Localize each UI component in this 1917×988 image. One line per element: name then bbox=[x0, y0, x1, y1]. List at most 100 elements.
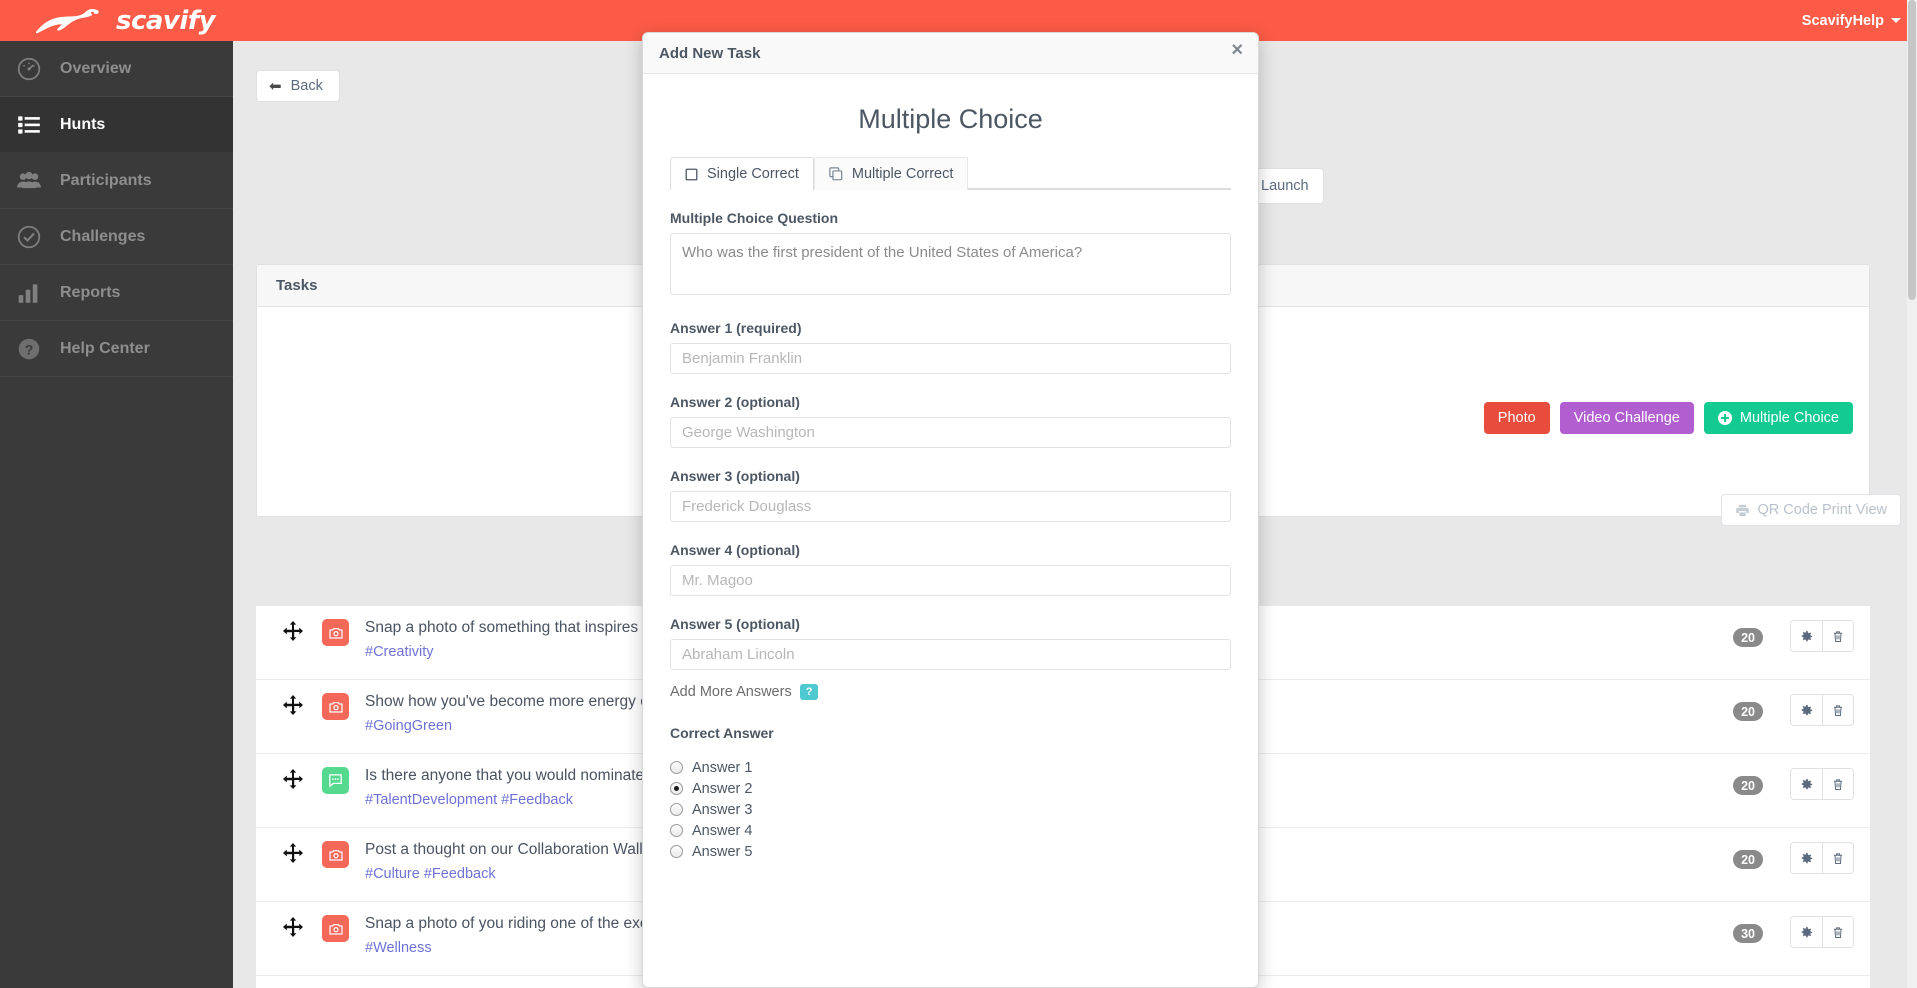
add-photo-button[interactable]: Photo bbox=[1483, 402, 1550, 434]
correct-answer-option-3[interactable]: Answer 3 bbox=[670, 799, 1231, 820]
radio-icon[interactable] bbox=[670, 761, 683, 775]
gauge-icon bbox=[17, 57, 41, 80]
sidebar-item-label: Overview bbox=[60, 59, 132, 77]
gear-icon bbox=[1801, 704, 1813, 715]
settings-button[interactable] bbox=[1791, 843, 1822, 873]
drag-handle[interactable] bbox=[281, 916, 305, 940]
points-badge: 20 bbox=[1733, 776, 1763, 795]
page-scrollbar-thumb[interactable] bbox=[1908, 0, 1916, 300]
settings-button[interactable] bbox=[1791, 695, 1822, 725]
qr-code-print-view-button[interactable]: QR Code Print View bbox=[1720, 494, 1901, 526]
question-label: Multiple Choice Question bbox=[670, 210, 839, 226]
page-title: Tasks bbox=[276, 277, 318, 294]
points-badge: 20 bbox=[1733, 850, 1763, 869]
correct-answer-option-2[interactable]: Answer 2 bbox=[670, 778, 1231, 799]
settings-button[interactable] bbox=[1791, 917, 1822, 947]
delete-button[interactable] bbox=[1822, 769, 1853, 799]
brand-logo[interactable]: scavify bbox=[30, 0, 216, 41]
add-multiple-choice-label: Multiple Choice bbox=[1739, 410, 1839, 426]
sidebar-item-challenges[interactable]: Challenges bbox=[0, 209, 233, 265]
row-actions bbox=[1790, 916, 1854, 948]
radio-icon[interactable] bbox=[670, 803, 683, 817]
trash-icon bbox=[1833, 926, 1843, 938]
drag-handle-icon[interactable] bbox=[281, 768, 305, 792]
answer-1-input[interactable] bbox=[670, 343, 1231, 374]
answers-container: Answer 1 (required) Answer 2 (optional) An… bbox=[670, 320, 1231, 670]
delete-button[interactable] bbox=[1822, 621, 1853, 651]
drag-handle-icon[interactable] bbox=[281, 694, 305, 718]
close-icon[interactable]: × bbox=[1231, 40, 1243, 60]
bar-chart-icon bbox=[18, 283, 38, 303]
drag-handle[interactable] bbox=[281, 620, 305, 644]
add-video-challenge-label: Video Challenge bbox=[1573, 410, 1680, 426]
row-actions bbox=[1790, 620, 1854, 652]
tabs-filler bbox=[968, 157, 1231, 189]
correct-answer-option-1[interactable]: Answer 1 bbox=[670, 757, 1231, 778]
add-video-challenge-button[interactable]: Video Challenge bbox=[1559, 402, 1694, 434]
answer-5-label: Answer 5 (optional) bbox=[670, 616, 800, 632]
launch-button-label: Launch bbox=[1261, 178, 1309, 194]
trash-icon bbox=[1833, 630, 1843, 642]
drag-handle-icon[interactable] bbox=[281, 620, 305, 644]
svg-text:?: ? bbox=[25, 341, 34, 357]
delete-button[interactable] bbox=[1822, 917, 1853, 947]
delete-button[interactable] bbox=[1822, 843, 1853, 873]
sidebar-item-participants[interactable]: Participants bbox=[0, 153, 233, 209]
task-type-icon bbox=[322, 619, 349, 646]
trash-icon bbox=[1833, 778, 1843, 790]
page-scrollbar[interactable] bbox=[1907, 0, 1917, 988]
task-type-icon bbox=[322, 693, 349, 720]
delete-button[interactable] bbox=[1822, 695, 1853, 725]
back-button[interactable]: ⬅ Back bbox=[256, 70, 340, 102]
answer-2-label: Answer 2 (optional) bbox=[670, 394, 800, 410]
settings-button[interactable] bbox=[1791, 769, 1822, 799]
sidebar-item-hunts[interactable]: Hunts bbox=[0, 97, 233, 153]
drag-handle-icon[interactable] bbox=[281, 916, 305, 940]
task-type-icon bbox=[322, 767, 349, 794]
correct-answer-option-5[interactable]: Answer 5 bbox=[670, 841, 1231, 862]
question-input[interactable]: Who was the first president of the Unite… bbox=[670, 233, 1231, 295]
radio-icon[interactable] bbox=[670, 824, 683, 838]
correct-answer-option-4[interactable]: Answer 4 bbox=[670, 820, 1231, 841]
sidebar-item-label: Help Center bbox=[60, 339, 150, 357]
drag-handle[interactable] bbox=[281, 694, 305, 718]
tab-multiple-correct[interactable]: Multiple Correct bbox=[813, 157, 969, 190]
sidebar-item-label: Reports bbox=[60, 283, 121, 301]
sidebar-item-label: Hunts bbox=[60, 115, 106, 133]
chat-icon bbox=[329, 774, 342, 788]
gear-icon bbox=[1801, 630, 1813, 641]
add-multiple-choice-button[interactable]: Multiple Choice bbox=[1703, 402, 1853, 434]
row-actions bbox=[1790, 842, 1854, 874]
modal-title: Add New Task bbox=[659, 44, 761, 62]
copy-layers-icon bbox=[829, 167, 843, 181]
people-icon bbox=[17, 171, 41, 188]
modal-header: Add New Task × bbox=[643, 33, 1258, 74]
tab-single-correct[interactable]: Single Correct bbox=[670, 157, 814, 190]
add-more-answers-link[interactable]: Add More Answers bbox=[670, 684, 792, 700]
drag-handle[interactable] bbox=[281, 768, 305, 792]
answer-5-input[interactable] bbox=[670, 639, 1231, 670]
sidebar-item-reports[interactable]: Reports bbox=[0, 265, 233, 321]
help-badge-icon[interactable]: ? bbox=[799, 684, 819, 701]
tab-single-correct-label: Single Correct bbox=[707, 166, 799, 182]
account-menu[interactable]: ScavifyHelp bbox=[1802, 0, 1901, 41]
settings-button[interactable] bbox=[1791, 621, 1822, 651]
radio-icon[interactable] bbox=[670, 845, 683, 859]
answer-3-input[interactable] bbox=[670, 491, 1231, 522]
answer-4-input[interactable] bbox=[670, 565, 1231, 596]
sidebar-item-overview[interactable]: Overview bbox=[0, 41, 233, 97]
modal-heading: Multiple Choice bbox=[858, 104, 1043, 134]
answer-2-input[interactable] bbox=[670, 417, 1231, 448]
radio-icon[interactable] bbox=[670, 782, 683, 796]
drag-handle-icon[interactable] bbox=[281, 842, 305, 866]
stop-square-icon bbox=[685, 168, 698, 180]
drag-handle[interactable] bbox=[281, 842, 305, 866]
correct-answer-option-label: Answer 5 bbox=[692, 843, 753, 860]
sidebar-item-help-center[interactable]: ? Help Center bbox=[0, 321, 233, 377]
camera-icon bbox=[328, 701, 343, 713]
row-actions bbox=[1790, 694, 1854, 726]
answer-4-label: Answer 4 (optional) bbox=[670, 542, 800, 558]
answer-type-tabs: Single Correct Multiple Correct bbox=[670, 157, 1231, 190]
trash-icon bbox=[1833, 852, 1843, 864]
points-badge: 20 bbox=[1733, 628, 1763, 647]
